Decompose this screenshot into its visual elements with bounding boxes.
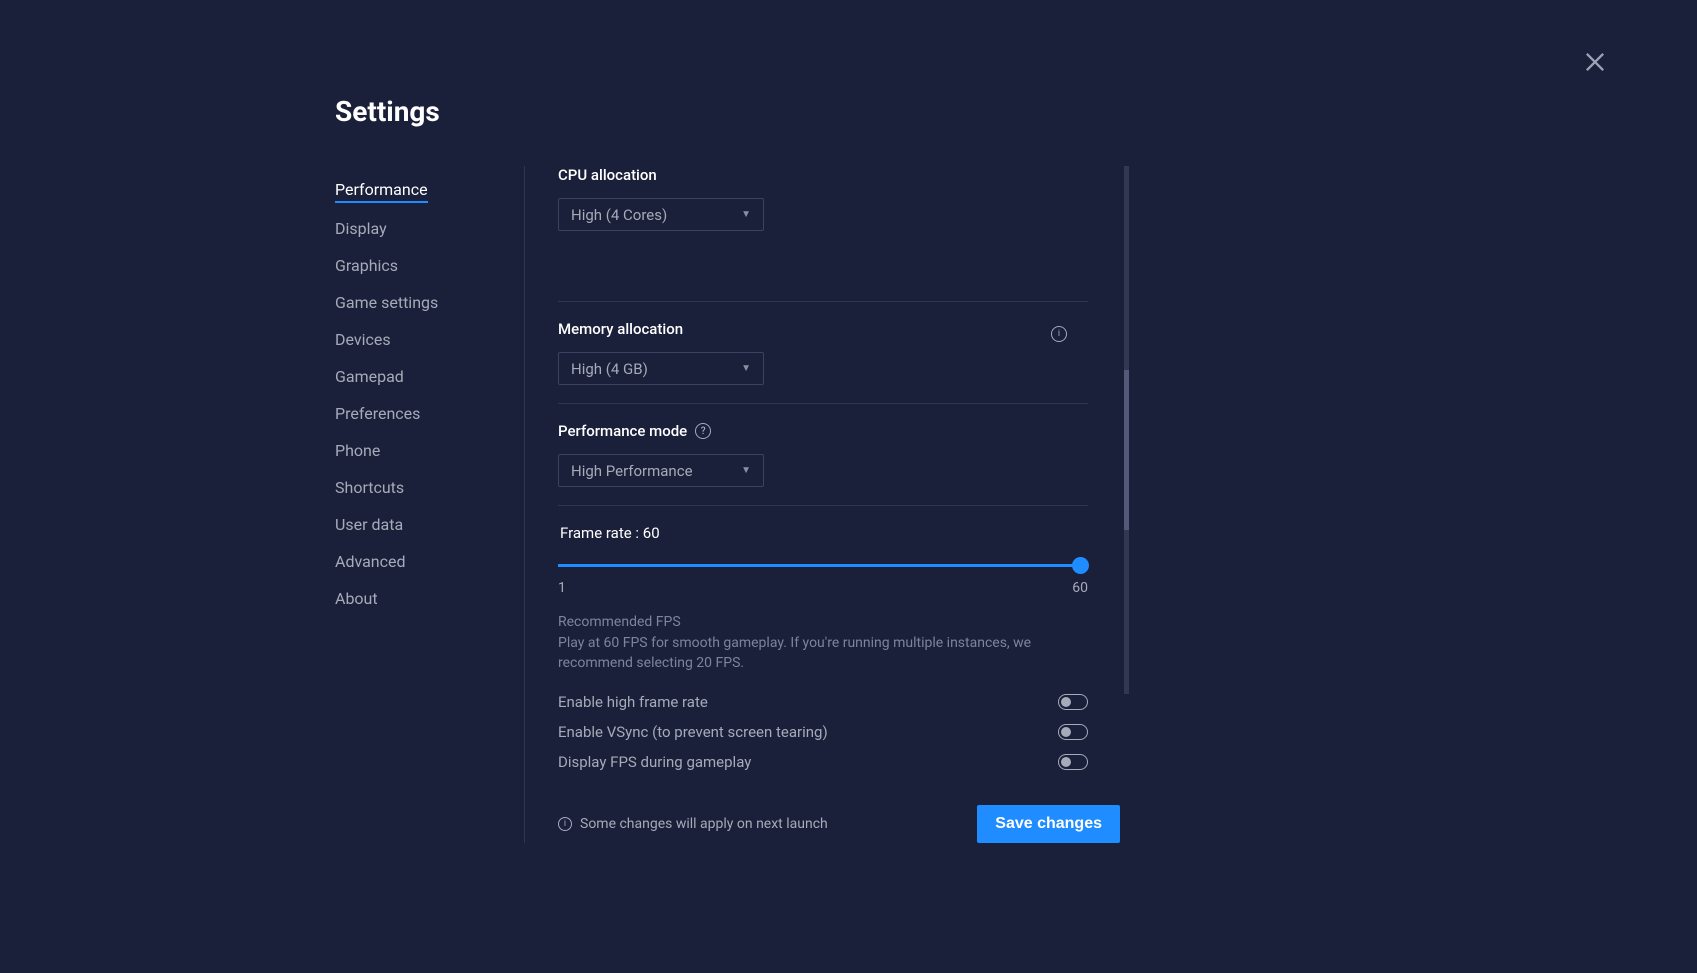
sidebar-item-performance[interactable]: Performance: [335, 174, 428, 203]
sidebar-item-display[interactable]: Display: [335, 213, 387, 244]
footer-note-text: Some changes will apply on next launch: [580, 816, 828, 832]
toggle-label-display-fps: Display FPS during gameplay: [558, 753, 751, 771]
toggle-label-high-frame: Enable high frame rate: [558, 693, 708, 711]
slider-handle[interactable]: [1072, 557, 1089, 574]
toggle-vsync[interactable]: [1058, 724, 1088, 740]
toggle-knob: [1061, 757, 1071, 767]
perf-mode-dropdown[interactable]: High Performance ▼: [558, 454, 764, 487]
toggle-high-frame[interactable]: [1058, 694, 1088, 710]
memory-dropdown[interactable]: High (4 GB) ▼: [558, 352, 764, 385]
sidebar-item-graphics[interactable]: Graphics: [335, 250, 398, 281]
frame-rate-slider[interactable]: [558, 556, 1088, 576]
cpu-label: CPU allocation: [558, 166, 1125, 184]
slider-track: [558, 564, 1088, 567]
slider-max: 60: [1072, 580, 1088, 596]
cpu-section: CPU allocation High (4 Cores) ▼: [558, 166, 1125, 261]
perf-mode-label: Performance mode: [558, 422, 687, 440]
memory-section: Memory allocation i High (4 GB) ▼: [558, 320, 1125, 403]
sidebar-item-about[interactable]: About: [335, 583, 378, 614]
frame-rate-section: Frame rate : 60 1 60 Recommended FPS Pla…: [558, 524, 1125, 771]
settings-sidebar: Performance Display Graphics Game settin…: [335, 166, 525, 843]
sidebar-item-shortcuts[interactable]: Shortcuts: [335, 472, 404, 503]
info-icon: i: [558, 817, 572, 831]
divider: [558, 403, 1088, 404]
sidebar-item-gamepad[interactable]: Gamepad: [335, 361, 404, 392]
divider: [558, 505, 1088, 506]
toggle-display-fps[interactable]: [1058, 754, 1088, 770]
footer-note: i Some changes will apply on next launch: [558, 816, 828, 832]
perf-mode-dropdown-value: High Performance: [571, 462, 693, 480]
chevron-down-icon: ▼: [741, 209, 751, 220]
frame-rate-value: 60: [643, 524, 660, 542]
memory-label: Memory allocation: [558, 320, 1125, 338]
toggle-knob: [1061, 697, 1071, 707]
perf-mode-label-row: Performance mode ?: [558, 422, 1125, 440]
sidebar-item-phone[interactable]: Phone: [335, 435, 380, 466]
recommended-fps-text: Play at 60 FPS for smooth gameplay. If y…: [558, 634, 1088, 673]
sidebar-item-game-settings[interactable]: Game settings: [335, 287, 438, 318]
chevron-down-icon: ▼: [741, 465, 751, 476]
info-icon[interactable]: i: [1051, 326, 1067, 342]
frame-rate-label: Frame rate : 60: [560, 524, 1125, 542]
memory-dropdown-value: High (4 GB): [571, 360, 648, 378]
slider-min: 1: [558, 580, 566, 596]
performance-mode-section: Performance mode ? High Performance ▼: [558, 422, 1125, 505]
sidebar-item-user-data[interactable]: User data: [335, 509, 403, 540]
cpu-dropdown[interactable]: High (4 Cores) ▼: [558, 198, 764, 231]
sidebar-item-devices[interactable]: Devices: [335, 324, 391, 355]
sidebar-item-preferences[interactable]: Preferences: [335, 398, 420, 429]
chevron-down-icon: ▼: [741, 363, 751, 374]
divider: [558, 301, 1088, 302]
help-icon[interactable]: ?: [695, 423, 711, 439]
cpu-dropdown-value: High (4 Cores): [571, 206, 667, 224]
recommended-fps-title: Recommended FPS: [558, 614, 1125, 630]
sidebar-item-advanced[interactable]: Advanced: [335, 546, 406, 577]
save-button[interactable]: Save changes: [977, 805, 1120, 843]
toggle-knob: [1061, 727, 1071, 737]
page-title: Settings: [335, 95, 1125, 128]
toggle-label-vsync: Enable VSync (to prevent screen tearing): [558, 723, 828, 741]
close-icon[interactable]: [1581, 48, 1609, 76]
